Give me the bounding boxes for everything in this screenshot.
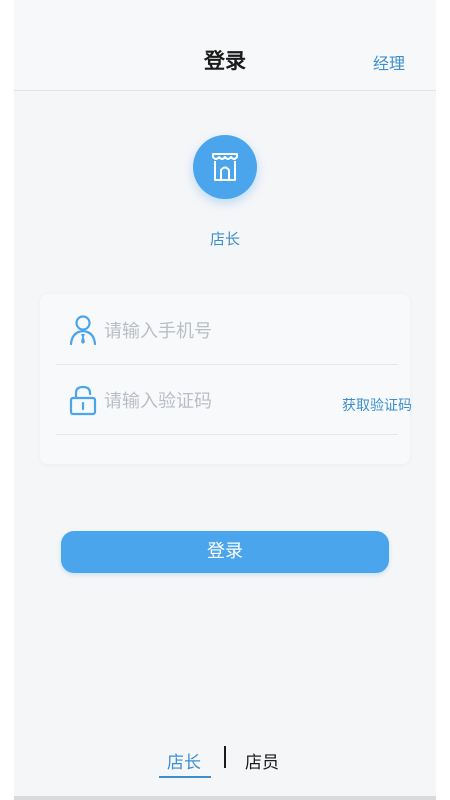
login-screen: 登录 经理 店长 请输入手机号 请输入验证码 获取验证码 登录 店长 店员 bbox=[14, 0, 436, 800]
phone-row bbox=[56, 294, 398, 365]
tab-divider bbox=[224, 746, 226, 768]
role-switch: 店长 店员 bbox=[14, 742, 436, 782]
bottom-edge bbox=[14, 796, 436, 800]
login-form: 获取验证码 bbox=[40, 294, 412, 464]
role-label: 店长 bbox=[209, 230, 240, 248]
get-code-button[interactable]: 获取验证码 bbox=[342, 395, 412, 415]
role-avatar bbox=[193, 135, 257, 199]
code-row: 获取验证码 bbox=[56, 364, 412, 435]
phone-input[interactable] bbox=[104, 316, 324, 346]
unlock-icon bbox=[68, 384, 98, 416]
login-button[interactable]: 登录 bbox=[61, 531, 389, 573]
user-icon bbox=[68, 314, 98, 346]
active-tab-indicator bbox=[159, 776, 211, 778]
tab-store-staff[interactable]: 店员 bbox=[245, 748, 279, 773]
header-bar: 登录 经理 bbox=[14, 0, 436, 91]
tab-store-manager[interactable]: 店长 bbox=[167, 748, 201, 773]
code-input[interactable] bbox=[104, 386, 324, 416]
manager-link[interactable]: 经理 bbox=[373, 50, 405, 74]
